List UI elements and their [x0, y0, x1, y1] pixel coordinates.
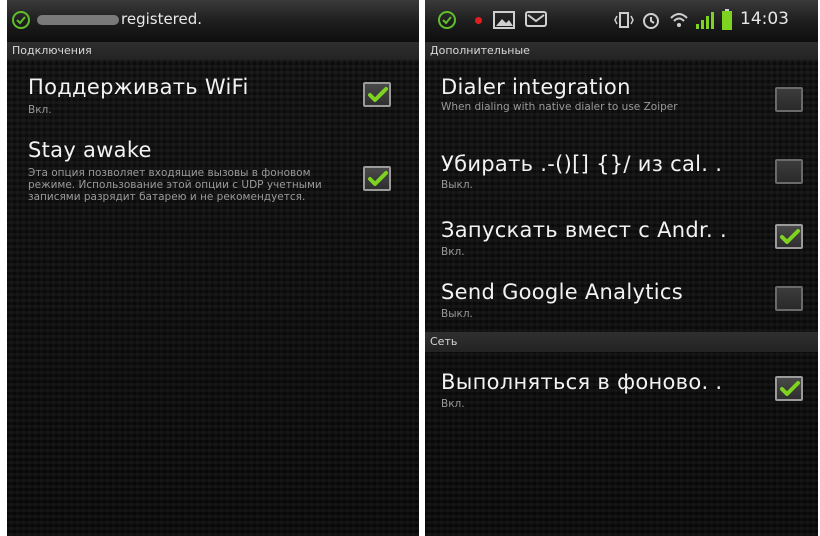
checkbox-strip-chars[interactable] [775, 159, 803, 184]
pref-summary: Вкл. [441, 246, 465, 258]
record-dot-icon [475, 17, 482, 24]
pref-stay-awake[interactable]: Stay awake Эта опция позволяет входящие … [7, 130, 419, 230]
pref-title: Stay awake [28, 138, 152, 162]
pref-title: Поддерживать WiFi [28, 75, 249, 99]
right-screen: 14:03 Дополнительные Dialer integration … [425, 0, 818, 536]
pref-strip-chars[interactable]: Убирать .-()[] {}/ из cal. . Выкл. [425, 136, 818, 206]
pref-summary: Выкл. [441, 308, 473, 320]
wifi-icon [669, 10, 689, 34]
pref-title: Убирать .-()[] {}/ из cal. . [441, 152, 723, 176]
pref-title: Send Google Analytics [441, 280, 683, 304]
pref-summary: Вкл. [441, 398, 465, 410]
checkbox-keep-wifi[interactable] [363, 82, 391, 107]
pref-google-analytics[interactable]: Send Google Analytics Выкл. [425, 272, 818, 332]
message-icon [525, 11, 547, 33]
checkbox-stay-awake[interactable] [363, 166, 391, 191]
pref-dialer-integration[interactable]: Dialer integration When dialing with nat… [425, 60, 818, 136]
pref-summary: When dialing with native dialer to use Z… [441, 101, 678, 113]
left-screen: registered. Подключения Поддерживать WiF… [7, 0, 419, 536]
status-bar: registered. [7, 0, 419, 42]
pref-title: Выполняться в фоново. . [441, 370, 723, 394]
vibrate-icon [613, 11, 635, 33]
section-header-connections: Подключения [7, 42, 419, 60]
signal-icon [695, 10, 717, 34]
pref-summary: Вкл. [28, 104, 52, 116]
pref-summary: Выкл. [441, 179, 473, 191]
battery-icon [721, 9, 733, 35]
pref-summary: Эта опция позволяет входящие вызовы в фо… [28, 167, 322, 203]
checkbox-run-in-background[interactable] [775, 376, 803, 401]
pref-title: Запускать вмест с Andr. . [441, 218, 727, 242]
clock: 14:03 [740, 9, 789, 29]
checkbox-start-with-android[interactable] [775, 224, 803, 249]
registration-status: registered. [121, 10, 203, 28]
checkbox-dialer-integration[interactable] [775, 87, 803, 112]
checkbox-google-analytics[interactable] [775, 286, 803, 311]
pref-keep-wifi[interactable]: Поддерживать WiFi Вкл. [7, 60, 419, 120]
redacted-account [37, 15, 119, 25]
image-icon [493, 10, 515, 34]
check-circle-icon [11, 10, 31, 34]
pref-start-with-android[interactable]: Запускать вмест с Andr. . Вкл. [425, 206, 818, 272]
check-circle-icon [437, 10, 457, 34]
section-header-network: Сеть [425, 332, 818, 352]
status-bar: 14:03 [425, 0, 818, 42]
pref-run-in-background[interactable]: Выполняться в фоново. . Вкл. [425, 352, 818, 422]
pref-title: Dialer integration [441, 75, 631, 99]
alarm-icon [641, 10, 661, 34]
section-header-advanced: Дополнительные [425, 42, 818, 60]
